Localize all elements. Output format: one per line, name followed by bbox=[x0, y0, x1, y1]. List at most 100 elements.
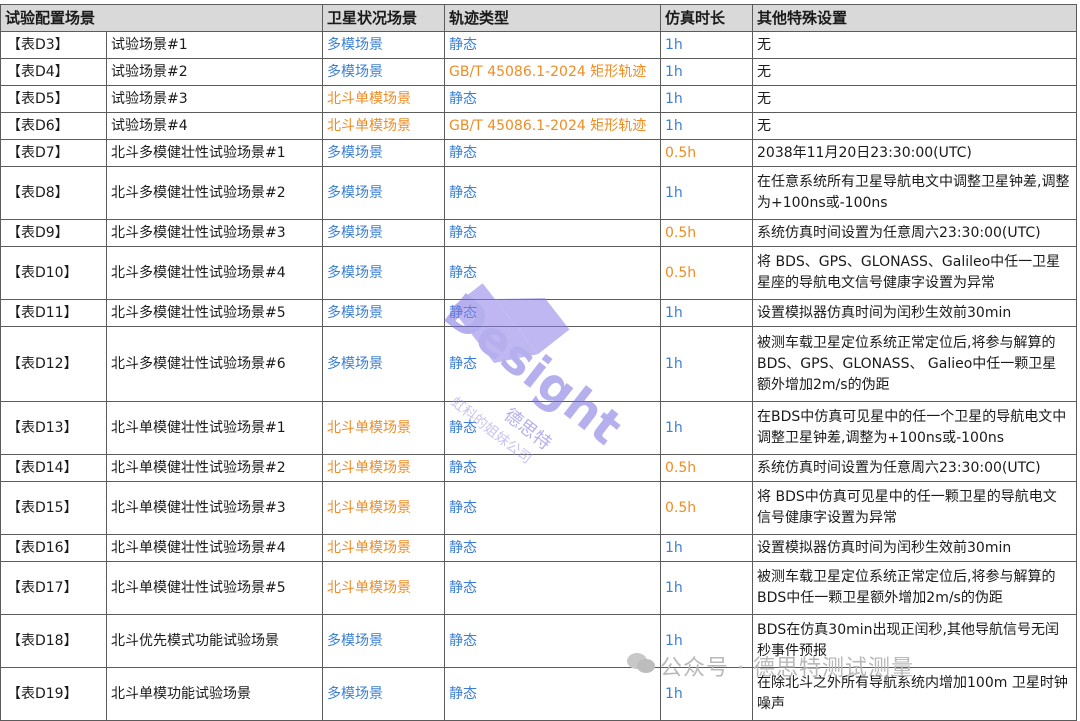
row-other-settings: 无 bbox=[752, 58, 1078, 86]
row-scene-name: 试验场景#3 bbox=[105, 85, 324, 113]
row-scene-name: 试验场景#4 bbox=[105, 112, 324, 140]
row-satellite: 多模场景 bbox=[322, 58, 446, 86]
table-row: 【表D6】 试验场景#4 北斗单模场景 GB/T 45086.1-2024 矩形轨迹 1… bbox=[0, 112, 1078, 140]
row-id: 【表D18】 bbox=[0, 614, 107, 668]
row-satellite: 多模场景 bbox=[322, 219, 446, 247]
row-scene-name: 北斗单模健壮性试验场景#3 bbox=[105, 481, 324, 535]
table-row: 【表D3】 试验场景#1 多模场景 静态 1h 无 bbox=[0, 31, 1078, 59]
row-duration: 1h bbox=[660, 667, 754, 721]
row-id: 【表D17】 bbox=[0, 561, 107, 615]
table-row: 【表D19】 北斗单模功能试验场景 多模场景 静态 1h 在除北斗之外所有导航系统内增加1… bbox=[0, 667, 1078, 721]
header-row: 试验配置场景 卫星状况场景 轨迹类型 仿真时长 其他特殊设置 bbox=[0, 4, 1078, 32]
row-scene-name: 北斗多模健壮性试验场景#3 bbox=[105, 219, 324, 247]
row-duration: 1h bbox=[660, 299, 754, 327]
row-other-settings: 系统仿真时间设置为任意周六23:30:00(UTC) bbox=[752, 219, 1078, 247]
table-row: 【表D12】 北斗多模健壮性试验场景#6 多模场景 静态 1h 被测车载卫星定位系统正常定… bbox=[0, 326, 1078, 402]
row-satellite: 北斗单模场景 bbox=[322, 534, 446, 562]
row-duration: 1h bbox=[660, 112, 754, 140]
row-id: 【表D9】 bbox=[0, 219, 107, 247]
row-duration: 0.5h bbox=[660, 246, 754, 300]
row-trajectory: 静态 bbox=[444, 667, 662, 721]
row-other-settings: 2038年11月20日23:30:00(UTC) bbox=[752, 139, 1078, 167]
row-scene-name: 北斗多模健壮性试验场景#1 bbox=[105, 139, 324, 167]
row-id: 【表D15】 bbox=[0, 481, 107, 535]
row-scene-name: 北斗单模健壮性试验场景#4 bbox=[105, 534, 324, 562]
row-satellite: 多模场景 bbox=[322, 31, 446, 59]
row-trajectory: 静态 bbox=[444, 401, 662, 455]
row-duration: 1h bbox=[660, 561, 754, 615]
row-trajectory: 静态 bbox=[444, 85, 662, 113]
row-other-settings: 系统仿真时间设置为任意周六23:30:00(UTC) bbox=[752, 454, 1078, 482]
row-id: 【表D5】 bbox=[0, 85, 107, 113]
row-scene-name: 北斗单模健壮性试验场景#2 bbox=[105, 454, 324, 482]
row-satellite: 多模场景 bbox=[322, 667, 446, 721]
table-row: 【表D11】 北斗多模健壮性试验场景#5 多模场景 静态 1h 设置模拟器仿真时间为闰秒生… bbox=[0, 299, 1078, 327]
row-scene-name: 试验场景#1 bbox=[105, 31, 324, 59]
table-row: 【表D8】 北斗多模健壮性试验场景#2 多模场景 静态 1h 在任意系统所有卫星导航电文中… bbox=[0, 166, 1078, 220]
row-duration: 0.5h bbox=[660, 481, 754, 535]
table-row: 【表D16】 北斗单模健壮性试验场景#4 北斗单模场景 静态 1h 设置模拟器仿真时间为闰… bbox=[0, 534, 1078, 562]
row-other-settings: 在除北斗之外所有导航系统内增加100m 卫星时钟噪声 bbox=[752, 667, 1078, 721]
row-trajectory: 静态 bbox=[444, 299, 662, 327]
row-scene-name: 试验场景#2 bbox=[105, 58, 324, 86]
row-scene-name: 北斗优先模式功能试验场景 bbox=[105, 614, 324, 668]
row-satellite: 多模场景 bbox=[322, 326, 446, 402]
row-other-settings: 无 bbox=[752, 31, 1078, 59]
row-id: 【表D3】 bbox=[0, 31, 107, 59]
row-trajectory: 静态 bbox=[444, 481, 662, 535]
row-id: 【表D13】 bbox=[0, 401, 107, 455]
row-other-settings: 无 bbox=[752, 112, 1078, 140]
table-row: 【表D5】 试验场景#3 北斗单模场景 静态 1h 无 bbox=[0, 85, 1078, 113]
table-row: 【表D15】 北斗单模健壮性试验场景#3 北斗单模场景 静态 0.5h 将 BDS中仿真可… bbox=[0, 481, 1078, 535]
row-trajectory: 静态 bbox=[444, 534, 662, 562]
row-satellite: 多模场景 bbox=[322, 139, 446, 167]
row-other-settings: 被测车载卫星定位系统正常定位后,将参与解算的 BDS、GPS、GLONASS、 … bbox=[752, 326, 1078, 402]
row-duration: 0.5h bbox=[660, 139, 754, 167]
row-duration: 0.5h bbox=[660, 454, 754, 482]
row-duration: 1h bbox=[660, 31, 754, 59]
row-trajectory: 静态 bbox=[444, 31, 662, 59]
row-satellite: 北斗单模场景 bbox=[322, 112, 446, 140]
row-id: 【表D7】 bbox=[0, 139, 107, 167]
row-id: 【表D16】 bbox=[0, 534, 107, 562]
table-row: 【表D9】 北斗多模健壮性试验场景#3 多模场景 静态 0.5h 系统仿真时间设置为任意周… bbox=[0, 219, 1078, 247]
row-satellite: 北斗单模场景 bbox=[322, 561, 446, 615]
row-trajectory: 静态 bbox=[444, 139, 662, 167]
row-satellite: 北斗单模场景 bbox=[322, 481, 446, 535]
row-scene-name: 北斗单模功能试验场景 bbox=[105, 667, 324, 721]
row-duration: 1h bbox=[660, 85, 754, 113]
table-row: 【表D18】 北斗优先模式功能试验场景 多模场景 静态 1h BDS在仿真30min出现正… bbox=[0, 614, 1078, 668]
row-satellite: 北斗单模场景 bbox=[322, 85, 446, 113]
row-duration: 1h bbox=[660, 614, 754, 668]
row-id: 【表D10】 bbox=[0, 246, 107, 300]
row-id: 【表D12】 bbox=[0, 326, 107, 402]
table-row: 【表D10】 北斗多模健壮性试验场景#4 多模场景 静态 0.5h 将 BDS、GPS、G… bbox=[0, 246, 1078, 300]
table-row: 【表D4】 试验场景#2 多模场景 GB/T 45086.1-2024 矩形轨迹 1h 无 bbox=[0, 58, 1078, 86]
header-scene: 试验配置场景 bbox=[0, 4, 324, 32]
row-trajectory: 静态 bbox=[444, 454, 662, 482]
row-other-settings: 设置模拟器仿真时间为闰秒生效前30min bbox=[752, 299, 1078, 327]
header-duration: 仿真时长 bbox=[660, 4, 754, 32]
row-duration: 1h bbox=[660, 326, 754, 402]
row-other-settings: 设置模拟器仿真时间为闰秒生效前30min bbox=[752, 534, 1078, 562]
row-satellite: 多模场景 bbox=[322, 246, 446, 300]
row-other-settings: 被测车载卫星定位系统正常定位后,将参与解算的BDS中任一颗卫星额外增加2m/s的… bbox=[752, 561, 1078, 615]
row-scene-name: 北斗多模健壮性试验场景#6 bbox=[105, 326, 324, 402]
row-scene-name: 北斗单模健壮性试验场景#5 bbox=[105, 561, 324, 615]
row-duration: 1h bbox=[660, 401, 754, 455]
table-row: 【表D14】 北斗单模健壮性试验场景#2 北斗单模场景 静态 0.5h 系统仿真时间设置为… bbox=[0, 454, 1078, 482]
table-row: 【表D13】 北斗单模健壮性试验场景#1 北斗单模场景 静态 1h 在BDS中仿真可见星中… bbox=[0, 401, 1078, 455]
row-trajectory: 静态 bbox=[444, 246, 662, 300]
row-id: 【表D11】 bbox=[0, 299, 107, 327]
header-satellite: 卫星状况场景 bbox=[322, 4, 446, 32]
header-trajectory: 轨迹类型 bbox=[444, 4, 662, 32]
row-trajectory: 静态 bbox=[444, 166, 662, 220]
scenario-table: 试验配置场景 卫星状况场景 轨迹类型 仿真时长 其他特殊设置 【表D3】 试验场景… bbox=[0, 4, 1078, 721]
row-trajectory: GB/T 45086.1-2024 矩形轨迹 bbox=[444, 112, 662, 140]
row-other-settings: 将 BDS中仿真可见星中的任一颗卫星的导航电文信号健康字设置为异常 bbox=[752, 481, 1078, 535]
row-other-settings: 将 BDS、GPS、GLONASS、Galileo中任一卫星星座的导航电文信号健… bbox=[752, 246, 1078, 300]
row-scene-name: 北斗多模健壮性试验场景#2 bbox=[105, 166, 324, 220]
row-id: 【表D14】 bbox=[0, 454, 107, 482]
row-trajectory: GB/T 45086.1-2024 矩形轨迹 bbox=[444, 58, 662, 86]
row-other-settings: 无 bbox=[752, 85, 1078, 113]
